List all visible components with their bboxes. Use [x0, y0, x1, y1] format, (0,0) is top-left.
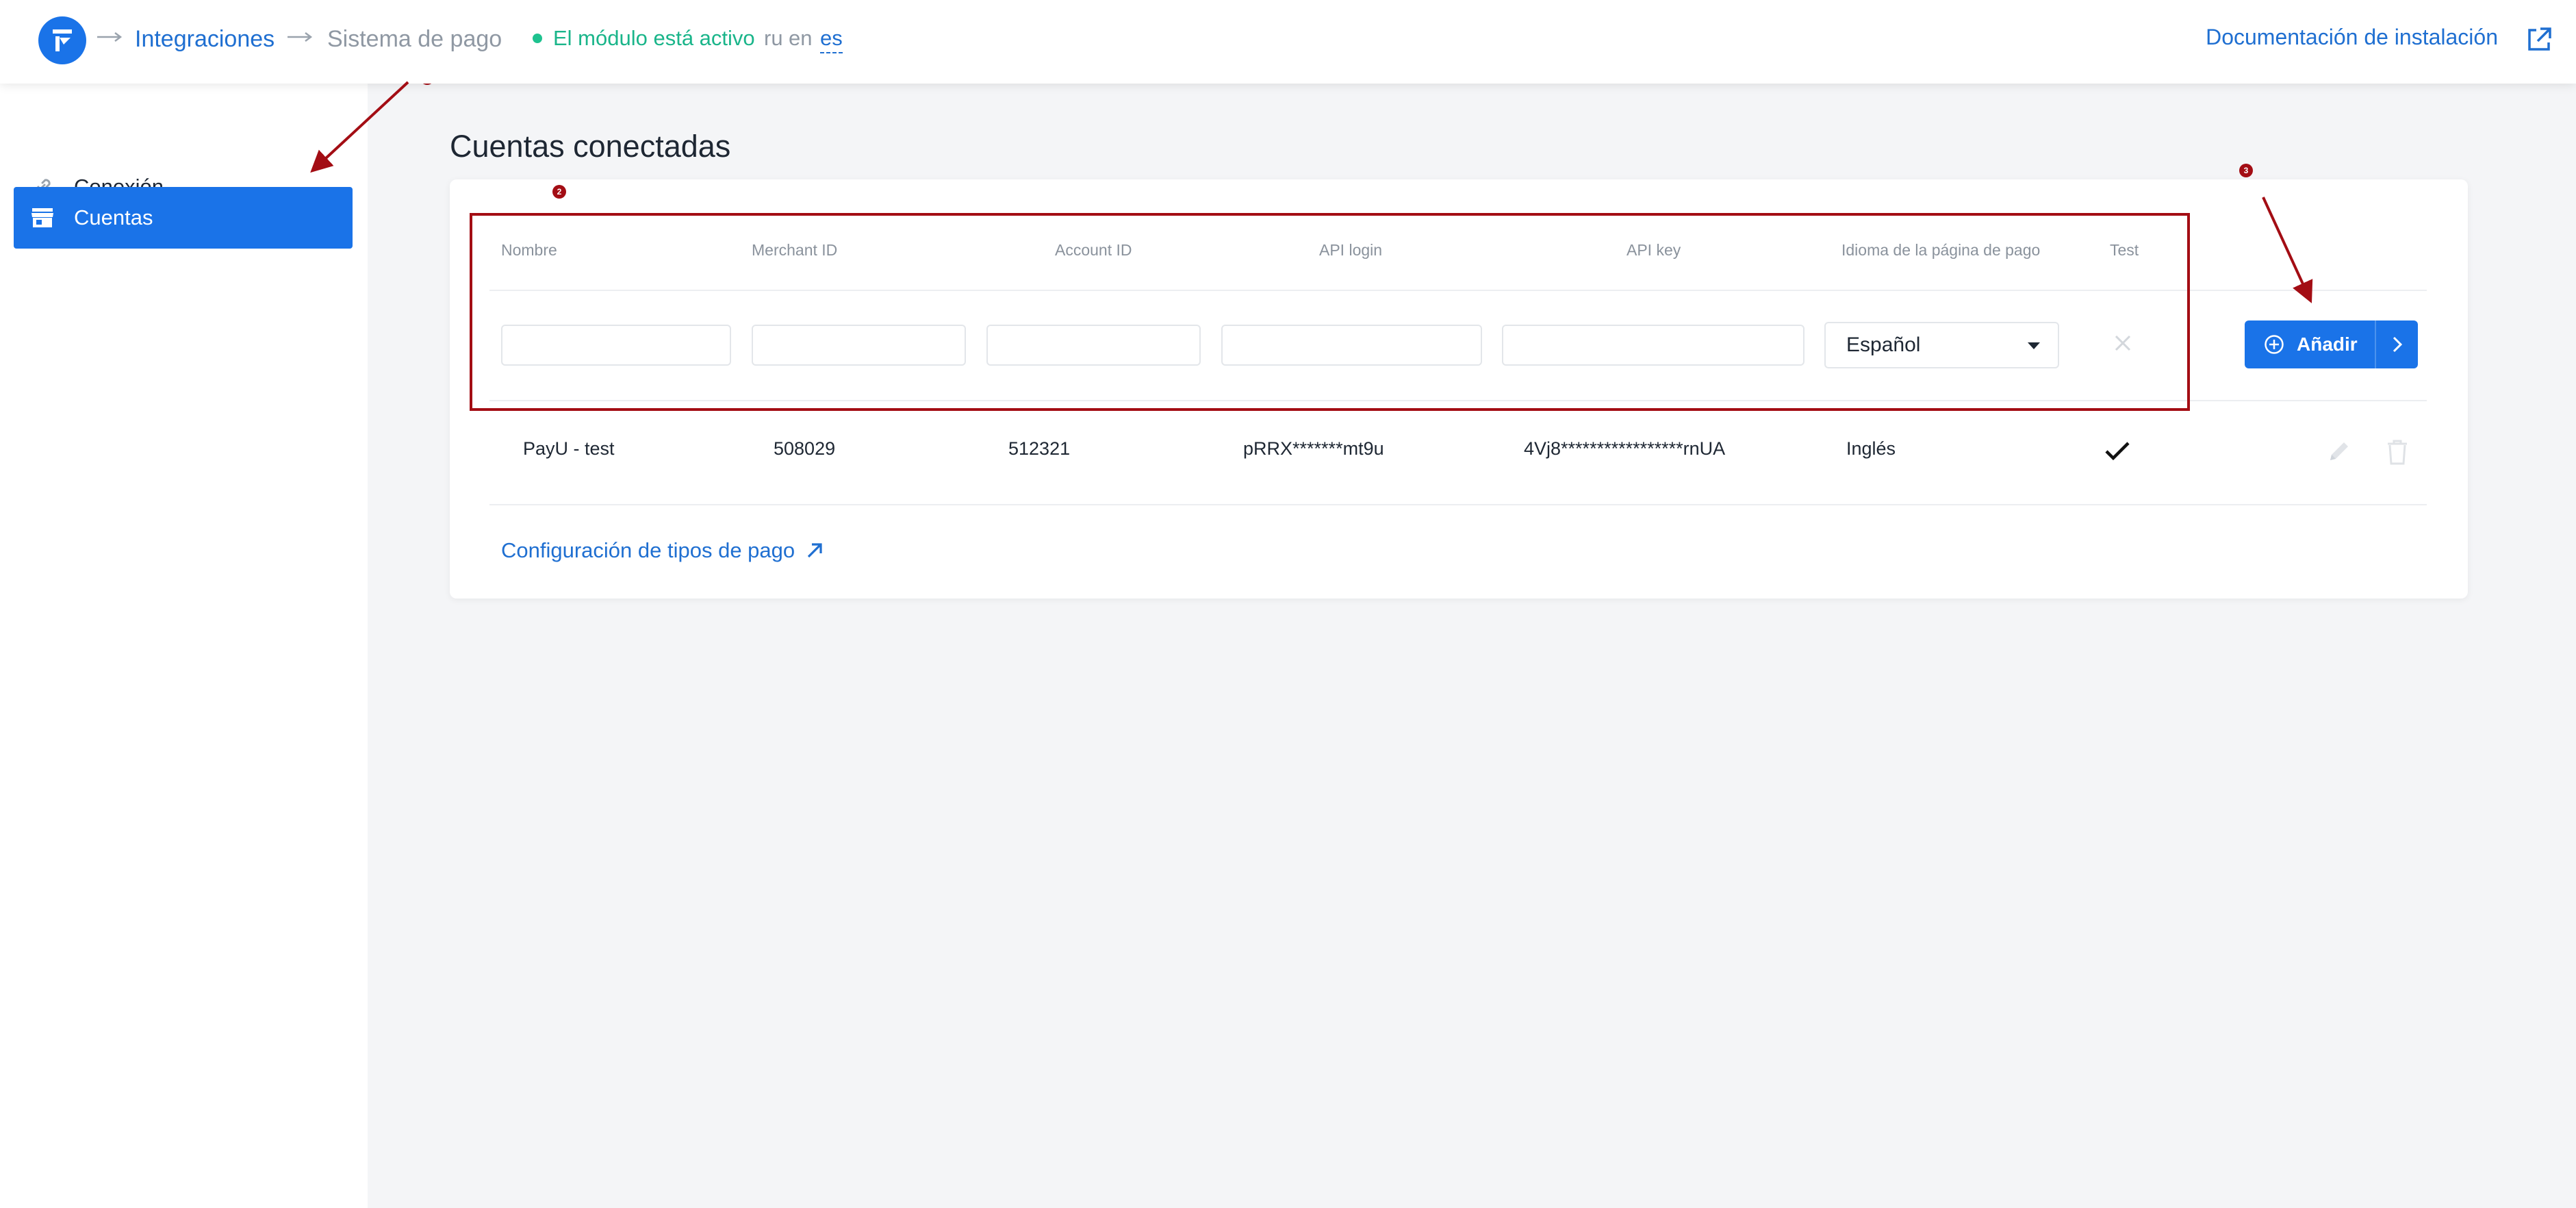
logo-icon	[53, 29, 72, 51]
cell-account-id: 512321	[1008, 438, 1071, 459]
installation-docs-link[interactable]: Documentación de instalación	[2206, 25, 2498, 50]
top-bar: Integraciones Sistema de pago El módulo …	[0, 0, 2576, 84]
annotation-badge-2: 2	[552, 185, 566, 199]
cell-merchant-id: 508029	[774, 438, 836, 459]
lang-en[interactable]: en	[789, 26, 812, 51]
checkmark-icon	[2105, 442, 2130, 461]
sidebar-item-label: Cuentas	[74, 205, 153, 229]
status-text: El módulo está activo	[553, 26, 755, 50]
cell-language: Inglés	[1846, 438, 1896, 459]
page-title: Cuentas conectadas	[450, 129, 731, 164]
annotation-badge-3: 3	[2239, 164, 2253, 177]
payment-types-config-link[interactable]: Configuración de tipos de pago	[501, 538, 824, 563]
add-button-main[interactable]: Añadir	[2245, 320, 2376, 368]
add-button-label: Añadir	[2297, 334, 2358, 355]
cell-api-key: 4Vj8*****************rnUA	[1524, 438, 1726, 459]
cell-api-login: pRRX*******mt9u	[1243, 438, 1384, 459]
lang-es[interactable]: es	[820, 26, 843, 53]
chevron-right-icon	[2393, 336, 2402, 353]
lang-ru[interactable]: ru	[764, 26, 783, 51]
sidebar-item-cuentas[interactable]: Cuentas	[14, 187, 353, 249]
breadcrumb-arrow-icon	[97, 32, 123, 42]
breadcrumb-current: Sistema de pago	[327, 26, 502, 52]
divider	[489, 504, 2427, 505]
store-icon	[30, 205, 55, 230]
module-status: El módulo está activo	[533, 26, 755, 51]
breadcrumb-arrow-icon	[288, 32, 313, 42]
status-dot-icon	[533, 34, 542, 43]
breadcrumb-integraciones[interactable]: Integraciones	[135, 26, 275, 53]
sidebar: Conexión Cuentas	[0, 84, 368, 1208]
app-logo[interactable]	[38, 16, 86, 64]
add-button-dropdown[interactable]	[2376, 336, 2418, 353]
add-account-button[interactable]: Añadir	[2245, 320, 2418, 368]
arrow-up-right-icon	[808, 543, 822, 558]
cell-name: PayU - test	[523, 438, 615, 459]
external-link-icon[interactable]	[2525, 26, 2553, 53]
annotation-highlight-box	[470, 213, 2190, 411]
pencil-icon[interactable]	[2326, 438, 2352, 464]
config-link-label: Configuración de tipos de pago	[501, 538, 795, 562]
trash-icon[interactable]	[2385, 438, 2410, 466]
plus-circle-icon	[2265, 335, 2284, 354]
